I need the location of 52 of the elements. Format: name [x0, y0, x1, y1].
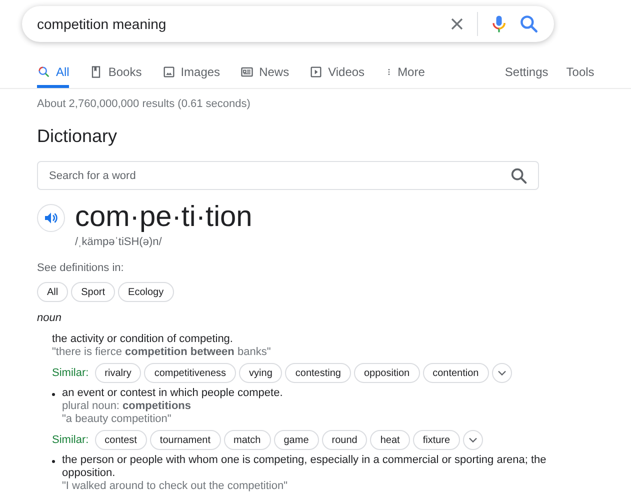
similar-label: Similar:	[52, 434, 89, 446]
synonym-chip[interactable]: rivalry	[94, 363, 142, 383]
search-icon	[509, 166, 529, 186]
example: "I walked around to check out the competition"	[62, 480, 288, 493]
expand-button[interactable]	[492, 363, 512, 383]
newspaper-icon	[240, 65, 254, 79]
tab[interactable]: Videos	[309, 65, 365, 88]
speaker-icon	[43, 210, 59, 226]
expand-button[interactable]	[463, 430, 484, 450]
part-of-speech: noun	[37, 312, 62, 324]
pronounce-button[interactable]	[37, 204, 65, 232]
search-field[interactable]: competition meaning	[22, 6, 554, 42]
synonym-chip[interactable]: fixture	[412, 430, 460, 450]
result-stats: About 2,760,000,000 results (0.61 seconds)	[37, 98, 252, 110]
search-icon	[518, 13, 540, 35]
definition: the person or people with whom one is competing, especially in a commercial or sporting arena; the opposition.	[62, 454, 548, 480]
synonym-chip[interactable]: tournament	[150, 430, 221, 450]
filter-chip[interactable]: All	[37, 282, 68, 302]
search-icon	[37, 65, 51, 79]
similar-label: Similar:	[52, 367, 89, 379]
synonym-chip[interactable]: match	[224, 430, 271, 450]
word-search-field[interactable]: Search for a word	[37, 161, 539, 190]
definition: the activity or condition of competing.	[52, 333, 234, 346]
example: "there is fierce competition between banks"	[52, 346, 272, 359]
tab[interactable]: More	[384, 65, 425, 88]
synonym-chip[interactable]: opposition	[354, 363, 420, 383]
synonym-chip[interactable]: competitiveness	[144, 363, 236, 383]
tab[interactable]: Books	[89, 65, 142, 88]
headword: com·pe·ti·tion	[75, 202, 252, 232]
synonym-chip[interactable]: round	[322, 430, 368, 450]
nav-link[interactable]: Settings	[504, 65, 548, 79]
synonym-chip[interactable]: game	[274, 430, 319, 450]
section-heading: Dictionary	[37, 126, 118, 147]
bullet	[52, 393, 55, 396]
synonym-chip[interactable]: vying	[239, 363, 282, 383]
tab[interactable]: News	[240, 65, 290, 88]
grammar-note: plural noun: competitions	[62, 400, 192, 413]
filter-chip[interactable]: Sport	[71, 282, 116, 302]
nav-link[interactable]: Tools	[566, 65, 594, 79]
filter-chip[interactable]: Ecology	[118, 282, 174, 302]
image-icon	[162, 65, 176, 79]
example: "a beauty competition"	[62, 413, 172, 426]
play-icon	[309, 65, 324, 79]
synonym-chip[interactable]: contest	[94, 430, 147, 450]
filter-label: See definitions in:	[37, 262, 125, 274]
tab[interactable]: Images	[162, 65, 220, 88]
synonym-chip[interactable]: heat	[370, 430, 410, 450]
bullet	[52, 460, 55, 463]
synonym-chip[interactable]: contention	[422, 363, 489, 383]
pronunciation: /ˌkämpəˈtiSH(ə)n/	[75, 236, 163, 248]
definition: an event or contest in which people compete.	[62, 387, 284, 400]
synonym-chip[interactable]: contesting	[285, 363, 351, 383]
